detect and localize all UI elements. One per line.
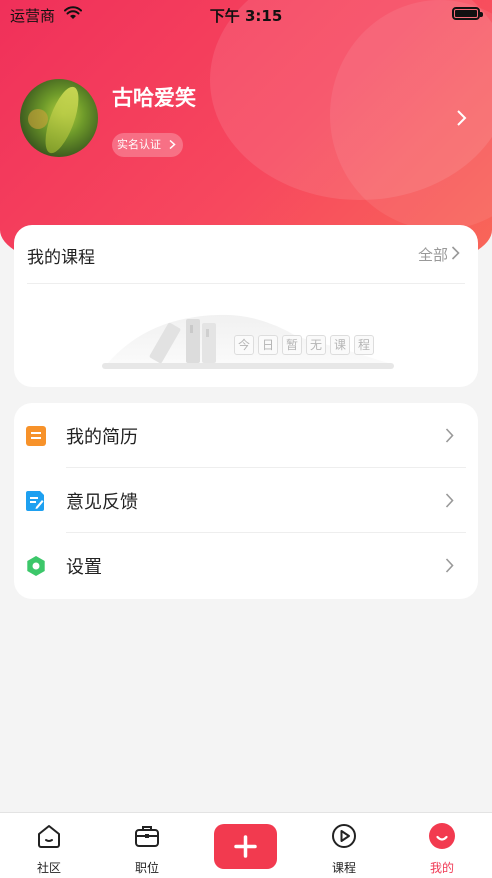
avatar[interactable] bbox=[20, 79, 98, 157]
tab-mine[interactable]: 我的 bbox=[407, 813, 477, 878]
empty-courses-text: 今 日 暂 无 课 程 bbox=[234, 335, 374, 355]
courses-title: 我的课程 bbox=[27, 248, 95, 268]
tab-label: 社区 bbox=[36, 861, 61, 875]
username[interactable]: 古哈爱笑 bbox=[112, 82, 196, 112]
empty-char: 无 bbox=[306, 335, 326, 355]
chevron-right-icon bbox=[445, 428, 454, 443]
tab-jobs[interactable]: 职位 bbox=[112, 813, 182, 878]
status-bar: 运营商 下午 3:15 bbox=[0, 0, 492, 28]
my-courses-card: 我的课程 全部 今 日 暂 无 课 程 bbox=[14, 225, 478, 387]
tab-community[interactable]: 社区 bbox=[14, 813, 84, 878]
add-button[interactable] bbox=[214, 824, 277, 869]
empty-char: 日 bbox=[258, 335, 278, 355]
menu-item-feedback[interactable]: 意见反馈 bbox=[14, 468, 478, 533]
tab-label: 课程 bbox=[331, 861, 356, 875]
verify-label: 实名认证 bbox=[117, 138, 161, 151]
chevron-right-icon[interactable] bbox=[451, 246, 460, 260]
settings-icon bbox=[27, 556, 45, 576]
empty-char: 课 bbox=[330, 335, 350, 355]
tab-courses[interactable]: 课程 bbox=[309, 813, 379, 878]
divider bbox=[27, 283, 465, 284]
profile-chevron-icon[interactable] bbox=[455, 110, 467, 126]
home-icon bbox=[38, 825, 60, 848]
empty-char: 今 bbox=[234, 335, 254, 355]
menu-label: 设置 bbox=[66, 557, 102, 578]
menu-item-resume[interactable]: 我的简历 bbox=[14, 403, 478, 468]
feedback-icon bbox=[26, 491, 44, 511]
status-time: 下午 3:15 bbox=[209, 7, 283, 25]
empty-char: 程 bbox=[354, 335, 374, 355]
tab-label: 我的 bbox=[429, 861, 454, 875]
courses-all-link[interactable]: 全部 bbox=[418, 244, 448, 265]
play-icon bbox=[332, 824, 356, 848]
verify-badge[interactable]: 实名认证 bbox=[112, 133, 183, 157]
empty-char: 暂 bbox=[282, 335, 302, 355]
menu-item-settings[interactable]: 设置 bbox=[14, 533, 478, 598]
plus-icon bbox=[234, 835, 257, 858]
profile-icon bbox=[429, 823, 455, 849]
menu-label: 意见反馈 bbox=[66, 492, 138, 513]
menu-card: 我的简历 意见反馈 设置 bbox=[14, 403, 478, 599]
resume-icon bbox=[26, 426, 46, 446]
chevron-right-icon bbox=[169, 140, 176, 149]
tab-label: 职位 bbox=[134, 861, 159, 875]
tab-bar: 社区 职位 课程 我的 bbox=[0, 812, 492, 878]
chevron-right-icon bbox=[445, 558, 454, 573]
chevron-right-icon bbox=[445, 493, 454, 508]
menu-label: 我的简历 bbox=[66, 427, 138, 448]
battery-icon bbox=[452, 7, 483, 20]
briefcase-icon bbox=[135, 826, 159, 847]
